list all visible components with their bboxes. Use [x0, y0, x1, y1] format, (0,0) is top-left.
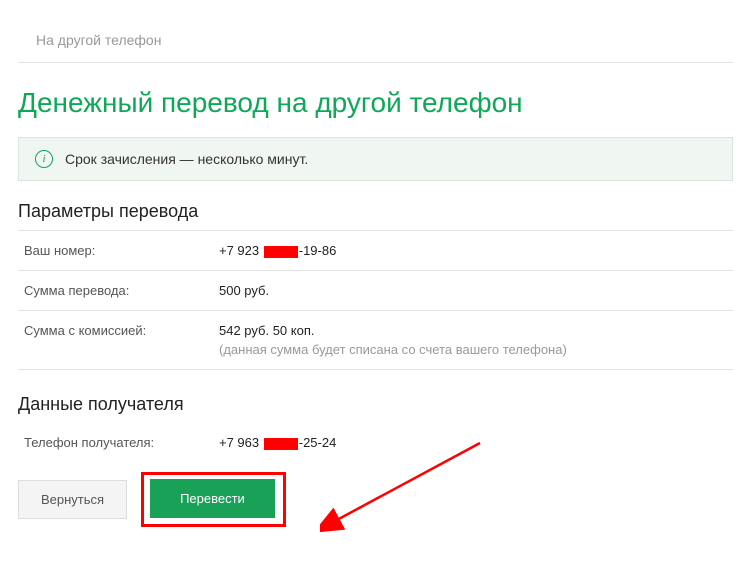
recipient-heading: Данные получателя — [18, 394, 733, 415]
table-row: Телефон получателя: +7 963 -25-24 — [18, 423, 733, 462]
back-button[interactable]: Вернуться — [18, 480, 127, 519]
highlight-annotation: Перевести — [141, 472, 286, 527]
fee-value: 542 руб. 50 коп. — [219, 323, 567, 338]
amount-label: Сумма перевода: — [24, 283, 219, 298]
redacted-block — [264, 246, 298, 258]
params-table: Ваш номер: +7 923 -19-86 Сумма перевода:… — [18, 230, 733, 370]
fee-value-container: 542 руб. 50 коп. (данная сумма будет спи… — [219, 323, 567, 357]
table-row: Ваш номер: +7 923 -19-86 — [18, 230, 733, 270]
sender-number-label: Ваш номер: — [24, 243, 219, 258]
amount-value: 500 руб. — [219, 283, 269, 298]
redacted-block — [264, 438, 298, 450]
button-row: Вернуться Перевести — [18, 472, 733, 527]
recipient-phone-label: Телефон получателя: — [24, 435, 219, 450]
page-title: Денежный перевод на другой телефон — [18, 87, 733, 119]
table-row: Сумма перевода: 500 руб. — [18, 270, 733, 310]
submit-button[interactable]: Перевести — [150, 479, 275, 518]
sender-number-value: +7 923 -19-86 — [219, 243, 336, 258]
info-banner: i Срок зачисления — несколько минут. — [18, 137, 733, 181]
fee-label: Сумма с комиссией: — [24, 323, 219, 357]
info-icon: i — [35, 150, 53, 168]
search-placeholder: На другой телефон — [36, 32, 161, 48]
recipient-phone-value: +7 963 -25-24 — [219, 435, 336, 450]
params-heading: Параметры перевода — [18, 201, 733, 222]
table-row: Сумма с комиссией: 542 руб. 50 коп. (дан… — [18, 310, 733, 370]
info-banner-text: Срок зачисления — несколько минут. — [65, 151, 308, 167]
fee-note: (данная сумма будет списана со счета ваш… — [219, 342, 567, 357]
search-input[interactable]: На другой телефон — [18, 18, 733, 63]
